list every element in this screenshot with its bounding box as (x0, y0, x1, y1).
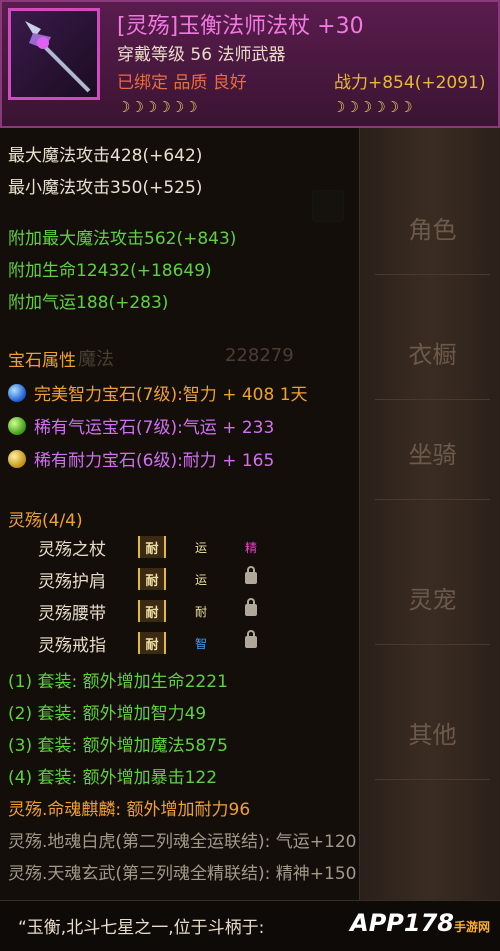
blue-gem-icon (8, 383, 26, 402)
suit-bonus: (3) 套装: 额外增加魔法5875 (8, 736, 228, 756)
item-lore: “玉衡,北斗七星之一,位于斗柄于: (18, 918, 265, 938)
tab-wardrobe[interactable]: 衣橱 (375, 310, 490, 400)
badge-icon: 耐 (138, 568, 166, 590)
lock-icon (245, 597, 257, 616)
base-stat: 最小魔法攻击350(+525) (8, 178, 203, 198)
item-title: [灵殇]玉衡法师法杖 +30 (117, 14, 364, 39)
item-lore-bar: “玉衡,北斗七星之一,位于斗柄于: APP178手游网 (0, 900, 500, 951)
staff-icon[interactable] (8, 8, 100, 100)
combat-power: 战力+854(+2091) (334, 73, 486, 93)
gem-heading: 宝石属性 (8, 351, 76, 371)
badge-icon: 耐 (138, 536, 166, 558)
star-rating-left: ☽☽☽☽☽☽ (117, 98, 198, 116)
extra-stat: 附加生命12432(+18649) (8, 261, 212, 281)
base-stat: 最大魔法攻击428(+642) (8, 146, 203, 166)
enhance-level: +30 (317, 14, 364, 39)
tab-mount[interactable]: 坐骑 (375, 410, 490, 500)
bind-quality: 已绑定 品质 良好 (117, 73, 247, 93)
badge-icon: 耐 (138, 632, 166, 654)
green-gem-icon (8, 416, 26, 435)
suit-heading: 灵殇(4/4) (8, 511, 83, 531)
faded-stat-label: 魔法 (78, 349, 114, 370)
lock-icon (245, 629, 257, 648)
suit-bonus: (2) 套装: 额外增加智力49 (8, 704, 207, 724)
watermark: APP178手游网 (350, 909, 490, 937)
background-side-panel: 角色 衣橱 坐骑 灵宠 其他 (360, 0, 500, 951)
suit-piece: 灵殇戒指 耐 智 (38, 629, 276, 657)
lock-icon (245, 565, 257, 584)
soul-bonus: 灵殇.命魂麒麟: 额外增加耐力96 (8, 800, 251, 820)
suit-piece: 灵殇腰带 耐 耐 (38, 597, 276, 625)
tab-character[interactable]: 角色 (375, 185, 490, 275)
tab-other[interactable]: 其他 (375, 690, 490, 780)
item-header: [灵殇]玉衡法师法杖 +30 穿戴等级 56 法师武器 已绑定 品质 良好 战力… (0, 0, 500, 128)
extra-stat: 附加气运188(+283) (8, 293, 169, 313)
gem-row: 稀有耐力宝石(6级):耐力 + 165 (8, 446, 274, 471)
locked-bonus: 灵殇.地魂白虎(第二列魂全运联结): 气运+120 (8, 832, 357, 852)
yellow-gem-icon (8, 449, 26, 468)
item-level: 穿戴等级 56 法师武器 (117, 45, 286, 65)
suit-piece: 灵殇之杖 耐 运 精 (38, 533, 276, 561)
suit-bonus: (4) 套装: 额外增加暴击122 (8, 768, 218, 788)
faded-stat-value: 228279 (225, 345, 294, 366)
star-rating-right: ☽☽☽☽☽☽ (332, 98, 413, 116)
locked-bonus: 灵殇.天魂玄武(第三列魂全精联结): 精神+150 (8, 864, 357, 884)
extra-stat: 附加最大魔法攻击562(+843) (8, 229, 237, 249)
gem-row: 稀有气运宝石(7级):气运 + 233 (8, 413, 274, 438)
gem-row: 完美智力宝石(7级):智力 + 408 1天 (8, 380, 308, 405)
badge-icon: 耐 (138, 600, 166, 622)
suit-bonus: (1) 套装: 额外增加生命2221 (8, 672, 228, 692)
tab-pet[interactable]: 灵宠 (375, 555, 490, 645)
suit-piece: 灵殇护肩 耐 运 (38, 565, 276, 593)
